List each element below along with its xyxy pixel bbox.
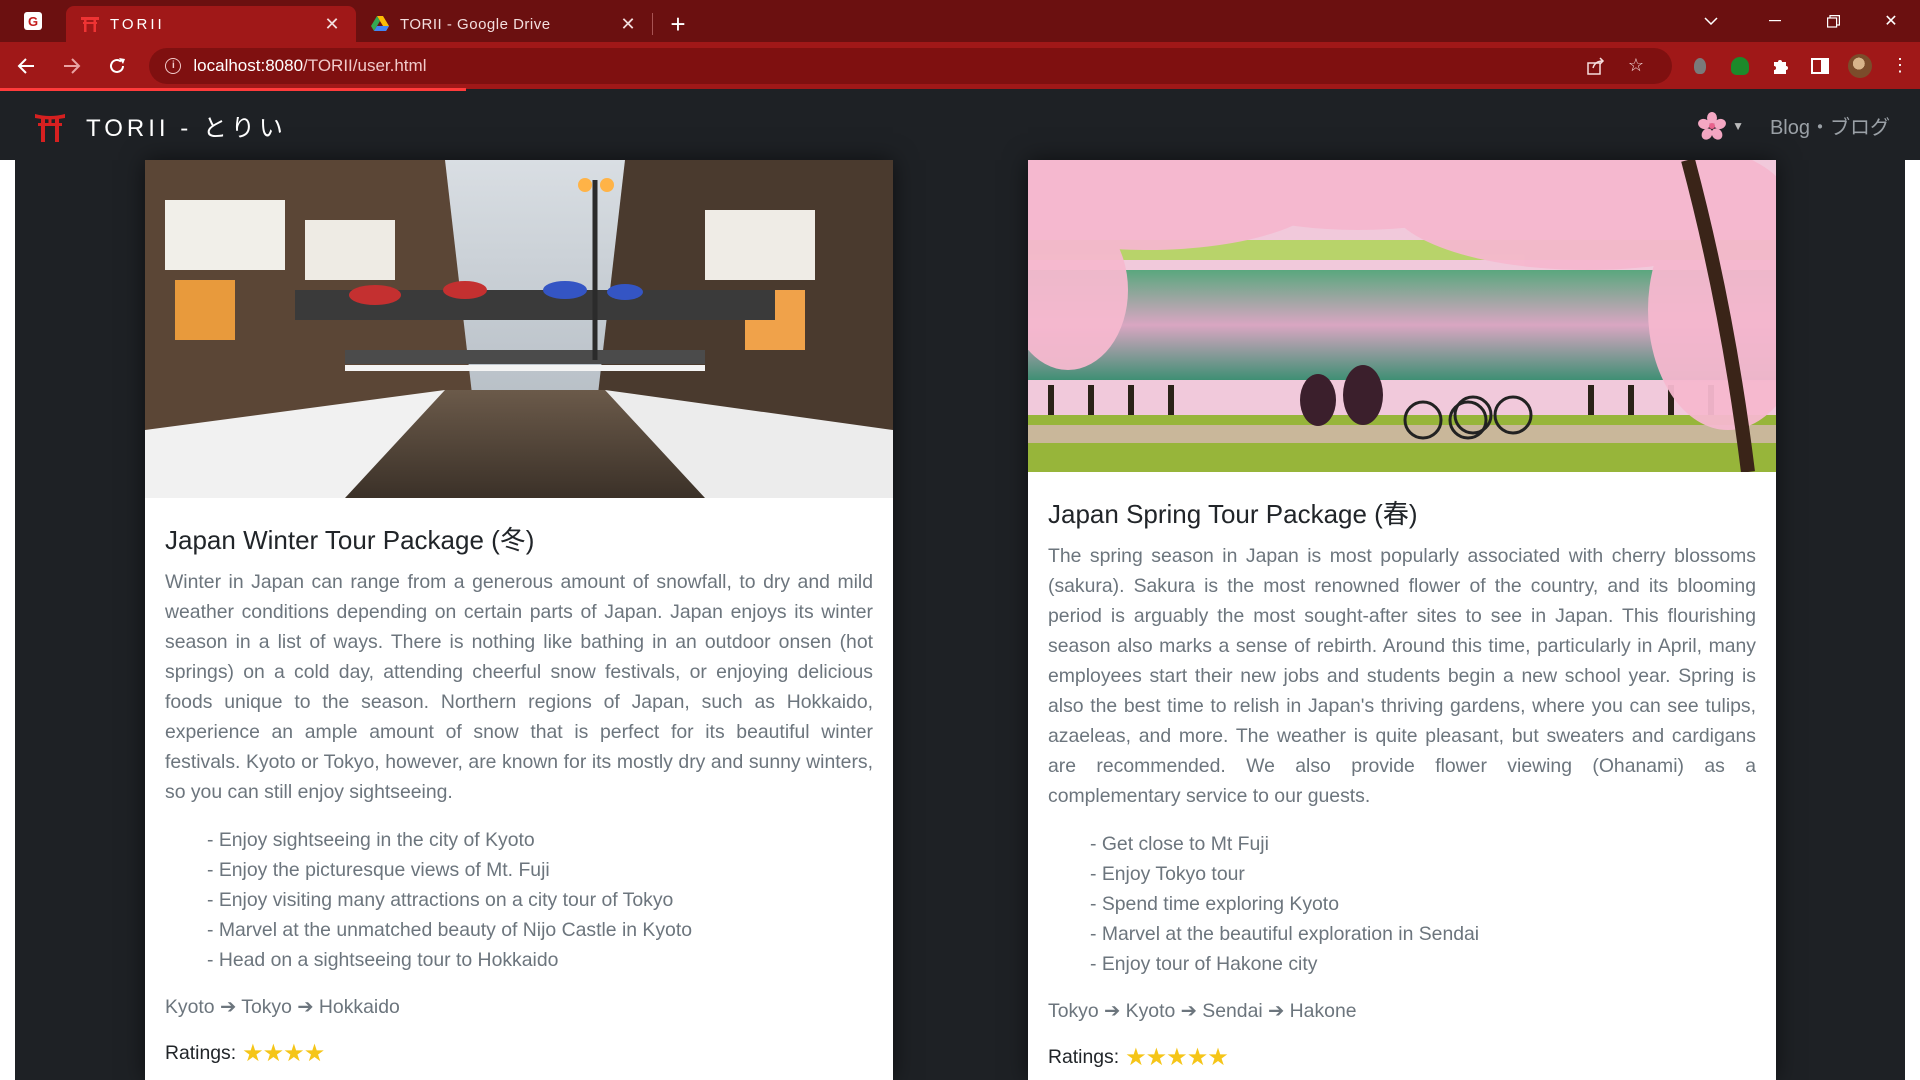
- puzzle-icon[interactable]: [1760, 46, 1800, 86]
- list-item: - Head on a sightseeing tour to Hokkaido: [207, 949, 559, 971]
- highlights-list: - Get close to Mt Fuji - Enjoy Tokyo tou…: [1090, 829, 1756, 979]
- list-item: - Enjoy tour of Hakone city: [1090, 953, 1318, 975]
- torii-gate-icon[interactable]: [34, 110, 66, 142]
- brand-title[interactable]: TORII - とりい: [86, 108, 287, 143]
- menu-kebab-icon[interactable]: ⋮: [1880, 46, 1920, 86]
- highlights-list: - Enjoy sightseeing in the city of Kyoto…: [207, 825, 873, 975]
- tab-google-drive[interactable]: TORII - Google Drive ✕: [356, 6, 652, 42]
- url-text[interactable]: localhost:8080/TORII/user.html: [193, 56, 1576, 76]
- card-title: Japan Spring Tour Package (春): [1048, 499, 1418, 529]
- bookmark-star-icon[interactable]: ☆: [1616, 55, 1656, 76]
- tour-card-spring: Japan Spring Tour Package (春) The spring…: [1028, 160, 1776, 1080]
- share-icon[interactable]: [1576, 56, 1616, 75]
- tab-torii[interactable]: TORII ✕: [66, 6, 356, 42]
- chevron-down-icon: ▼: [1732, 118, 1744, 133]
- nav-link-blog[interactable]: Blog・ブログ: [1770, 111, 1890, 140]
- ratings-label: Ratings:: [165, 1042, 237, 1064]
- tour-card-winter: Japan Winter Tour Package (冬) Winter in …: [145, 160, 893, 1080]
- profile-avatar[interactable]: [1840, 46, 1880, 86]
- list-item: - Spend time exploring Kyoto: [1090, 893, 1339, 915]
- close-window-button[interactable]: ✕: [1862, 0, 1920, 42]
- card-description: The spring season in Japan is most popul…: [1048, 545, 1756, 807]
- star-rating-icon: ★★★★: [242, 1040, 325, 1067]
- site-info-icon[interactable]: i: [165, 57, 182, 74]
- card-description: Winter in Japan can range from a generou…: [165, 571, 873, 803]
- close-icon[interactable]: ✕: [618, 14, 638, 35]
- tab-title: TORII: [110, 15, 165, 33]
- site-navbar: TORII - とりい ▼ Blog・ブログ: [0, 91, 1920, 160]
- browser-tab-strip: G TORII ✕ TORII - Google Drive ✕ + ✕: [0, 0, 1920, 42]
- close-icon[interactable]: ✕: [322, 14, 342, 35]
- tour-route: Tokyo ➔ Kyoto ➔ Sendai ➔ Hakone: [1048, 1000, 1357, 1022]
- list-item: - Get close to Mt Fuji: [1090, 833, 1269, 855]
- card-body: Japan Spring Tour Package (春) The spring…: [1028, 494, 1776, 1072]
- minimize-button[interactable]: [1746, 0, 1804, 42]
- extension-icon[interactable]: [1680, 46, 1720, 86]
- page-edge-left: [0, 160, 15, 1080]
- star-rating-icon: ★★★★★: [1125, 1044, 1229, 1071]
- list-item: - Enjoy the picturesque views of Mt. Fuj…: [207, 859, 550, 881]
- page-edge-right: [1905, 160, 1920, 1080]
- restore-button[interactable]: [1804, 0, 1862, 42]
- browser-toolbar: i localhost:8080/TORII/user.html ☆ ⋮: [0, 42, 1920, 89]
- sakura-dropdown[interactable]: ▼: [1698, 111, 1744, 140]
- ratings-row: Ratings: ★★★★: [165, 1039, 873, 1068]
- sakura-icon: [1698, 111, 1726, 140]
- bonsai-extension-icon[interactable]: [1720, 46, 1760, 86]
- tab-search-button[interactable]: G: [0, 0, 66, 42]
- navbar-right: ▼ Blog・ブログ: [1698, 91, 1890, 160]
- list-item: - Enjoy visiting many attractions on a c…: [207, 889, 674, 911]
- google-drive-icon: [370, 16, 390, 32]
- extensions-area: ⋮: [1680, 46, 1920, 86]
- tab-title: TORII - Google Drive: [400, 15, 551, 33]
- list-item: - Enjoy sightseeing in the city of Kyoto: [207, 829, 535, 851]
- new-tab-button[interactable]: +: [653, 6, 703, 42]
- ratings-row: Ratings: ★★★★★: [1048, 1043, 1756, 1072]
- address-bar[interactable]: i localhost:8080/TORII/user.html ☆: [149, 47, 1672, 84]
- side-panel-icon[interactable]: [1800, 46, 1840, 86]
- list-item: - Marvel at the beautiful exploration in…: [1090, 923, 1480, 945]
- card-title: Japan Winter Tour Package (冬): [165, 525, 535, 555]
- window-controls: ✕: [1686, 0, 1920, 42]
- tab-search-chevron-icon[interactable]: [1686, 0, 1736, 42]
- ratings-label: Ratings:: [1048, 1046, 1120, 1068]
- card-body: Japan Winter Tour Package (冬) Winter in …: [145, 520, 893, 1068]
- torii-favicon-icon: [80, 16, 100, 32]
- list-item: - Enjoy Tokyo tour: [1090, 863, 1245, 885]
- forward-arrow-icon[interactable]: [52, 46, 92, 86]
- list-item: - Marvel at the unmatched beauty of Nijo…: [207, 919, 693, 941]
- winter-village-image: [145, 160, 893, 498]
- reload-icon[interactable]: [98, 46, 138, 86]
- tour-route: Kyoto ➔ Tokyo ➔ Hokkaido: [165, 996, 400, 1018]
- cherry-blossom-park-image: [1028, 160, 1776, 472]
- back-arrow-icon[interactable]: [6, 46, 46, 86]
- app-icon: G: [24, 12, 42, 30]
